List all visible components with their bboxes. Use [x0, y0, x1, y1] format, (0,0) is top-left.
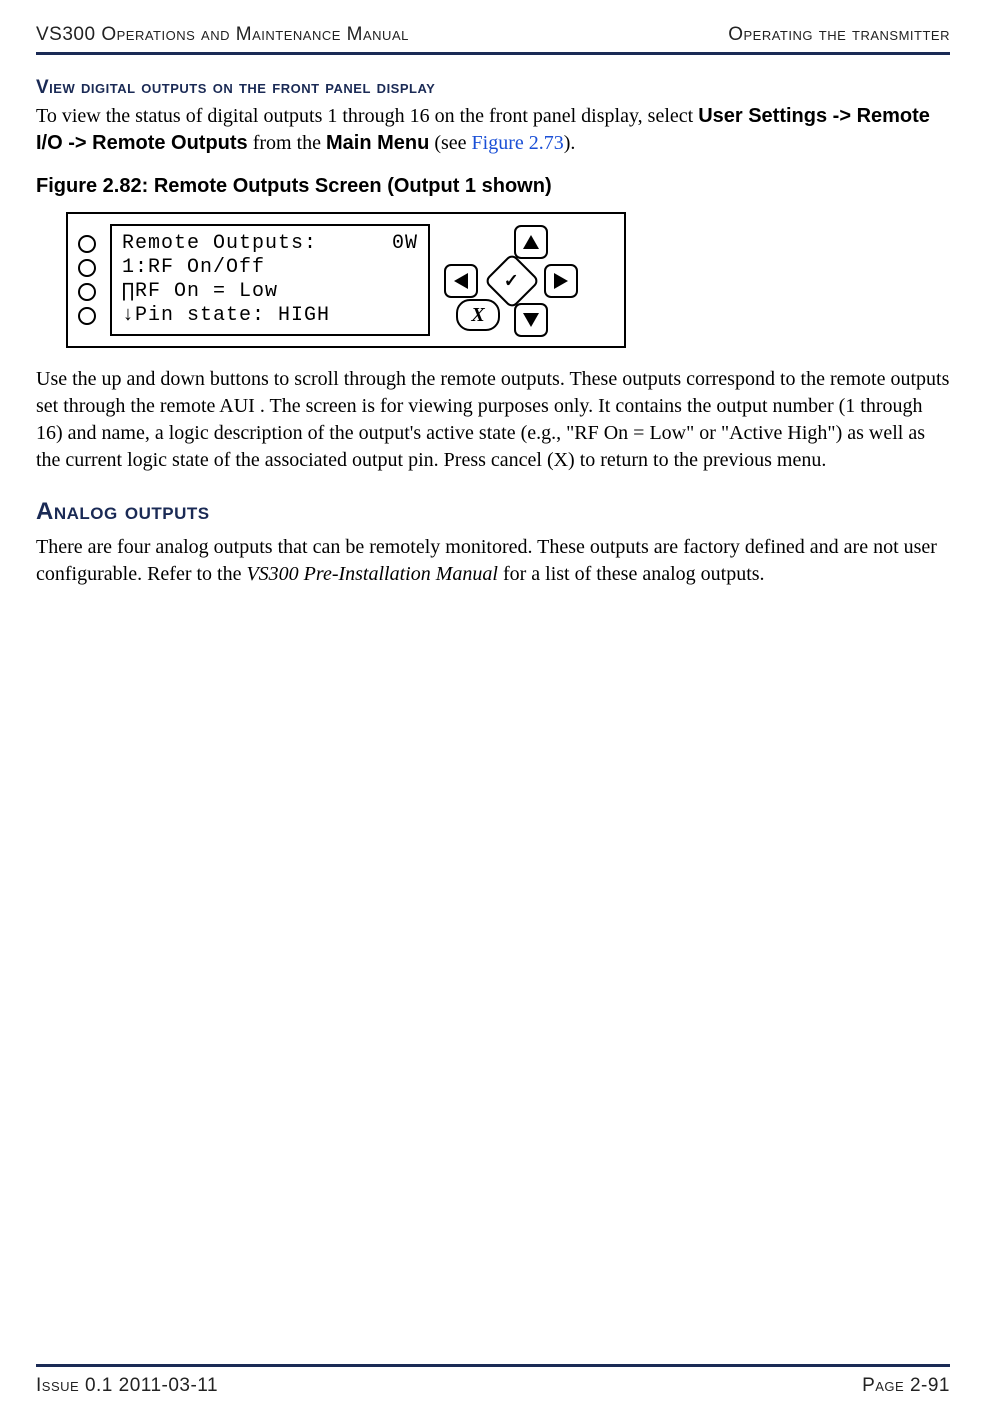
footer-page-number: Page 2-91	[862, 1375, 950, 1397]
manual-reference: VS300 Pre-Installation Manual	[246, 563, 497, 585]
header-left: VS300 Operations and Maintenance Manual	[36, 24, 409, 46]
main-menu-label: Main Menu	[326, 132, 429, 154]
text: (see	[429, 132, 471, 154]
lcd-screen: Remote Outputs: 0W 1:RF On/Off ∏RF On = …	[110, 224, 430, 336]
led-column	[78, 235, 96, 325]
right-arrow-icon	[554, 273, 568, 289]
section-view-digital-outputs-title: View digital outputs on the front panel …	[36, 77, 950, 99]
led-indicator	[78, 259, 96, 277]
up-button[interactable]	[514, 225, 548, 259]
text: from the	[248, 132, 326, 154]
led-indicator	[78, 283, 96, 301]
section-analog-outputs-title: Analog outputs	[36, 498, 950, 526]
left-button[interactable]	[444, 264, 478, 298]
down-arrow-icon	[523, 313, 539, 327]
down-button[interactable]	[514, 303, 548, 337]
led-indicator	[78, 235, 96, 253]
left-arrow-icon	[454, 273, 468, 289]
cancel-button[interactable]: X	[456, 299, 500, 331]
check-icon: ✓	[504, 271, 519, 292]
header-right: Operating the transmitter	[728, 24, 950, 46]
text: for a list of these analog outputs.	[498, 563, 765, 585]
lcd-line1-left: Remote Outputs:	[122, 232, 317, 256]
lcd-line2: 1:RF On/Off	[122, 256, 418, 280]
figure-caption: Figure 2.82: Remote Outputs Screen (Outp…	[36, 175, 950, 198]
section2-paragraph-1: There are four analog outputs that can b…	[36, 534, 950, 588]
footer-issue-date: Issue 0.1 2011-03-11	[36, 1375, 218, 1397]
section1-paragraph-2: Use the up and down buttons to scroll th…	[36, 366, 950, 474]
front-panel-figure: Remote Outputs: 0W 1:RF On/Off ∏RF On = …	[66, 212, 626, 348]
footer-rule	[36, 1364, 950, 1367]
lcd-line4: ↓Pin state: HIGH	[122, 304, 418, 328]
cancel-x-icon: X	[471, 304, 484, 327]
lcd-line1-right: 0W	[392, 232, 418, 256]
lcd-line3: ∏RF On = Low	[122, 280, 418, 304]
up-arrow-icon	[523, 235, 539, 249]
right-button[interactable]	[544, 264, 578, 298]
header-rule	[36, 52, 950, 55]
text: ).	[564, 132, 576, 154]
section1-paragraph-1: To view the status of digital outputs 1 …	[36, 103, 950, 157]
page-footer: Issue 0.1 2011-03-11 Page 2-91	[36, 1364, 950, 1397]
dpad: ✓ X	[444, 225, 574, 335]
text: To view the status of digital outputs 1 …	[36, 105, 698, 127]
led-indicator	[78, 307, 96, 325]
figure-link[interactable]: Figure 2.73	[472, 132, 564, 154]
